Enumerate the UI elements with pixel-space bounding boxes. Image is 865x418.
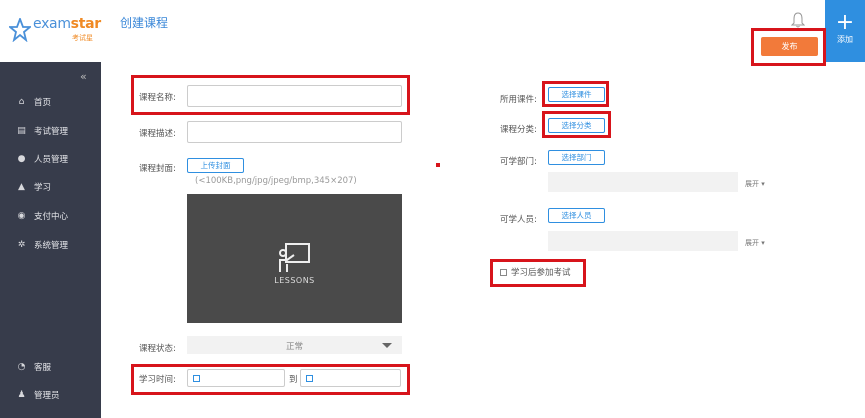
add-button[interactable]: + 添加 bbox=[825, 0, 865, 62]
select-department-button[interactable]: 选择部门 bbox=[548, 150, 605, 165]
home-icon: ⌂ bbox=[18, 97, 25, 107]
highlight-box-category bbox=[542, 111, 611, 138]
sidebar-item-support[interactable]: ◔ 客服 bbox=[16, 361, 51, 373]
cover-text: LESSONS bbox=[274, 276, 315, 285]
sidebar-item-payment[interactable]: ◉ 支付中心 bbox=[16, 210, 68, 222]
add-button-label: 添加 bbox=[837, 35, 853, 44]
page-title: 创建课程 bbox=[120, 16, 169, 30]
logo: examstar 考试星 bbox=[0, 0, 101, 62]
collapse-sidebar-icon[interactable]: « bbox=[80, 70, 87, 83]
course-cover-image[interactable]: LESSONS bbox=[187, 194, 402, 323]
department-field[interactable] bbox=[548, 172, 738, 192]
headset-icon: ◔ bbox=[17, 362, 26, 372]
highlight-box-courseware bbox=[542, 81, 609, 107]
course-status-select[interactable]: 正常 bbox=[187, 336, 402, 354]
document-icon: ▤ bbox=[17, 126, 26, 136]
money-icon: ◉ bbox=[17, 211, 26, 221]
marker-dot bbox=[436, 163, 440, 167]
people-field[interactable] bbox=[548, 231, 738, 251]
sidebar-item-system[interactable]: ✲ 系统管理 bbox=[16, 239, 68, 251]
course-description-label: 课程描述: bbox=[139, 129, 176, 139]
sidebar-item-label: 首页 bbox=[34, 98, 52, 108]
user-icon: ♟ bbox=[17, 390, 26, 400]
sidebar-item-label: 学习 bbox=[34, 183, 52, 193]
sidebar-item-label: 考试管理 bbox=[34, 127, 69, 137]
users-icon: ● bbox=[17, 154, 26, 164]
people-label: 可学人员: bbox=[500, 215, 537, 225]
people-expand-toggle[interactable]: 展开 ▾ bbox=[745, 238, 765, 248]
select-people-button[interactable]: 选择人员 bbox=[548, 208, 605, 223]
sidebar-item-user-management[interactable]: ● 人员管理 bbox=[16, 153, 68, 165]
sidebar-item-label: 系统管理 bbox=[34, 241, 69, 251]
sidebar-item-label: 人员管理 bbox=[34, 155, 69, 165]
upload-hint: (<100KB,png/jpg/jpeg/bmp,345×207) bbox=[195, 176, 357, 186]
highlight-box-study-time bbox=[131, 364, 410, 395]
brand-subtitle: 考试星 bbox=[72, 34, 93, 42]
courseware-label: 所用课件: bbox=[500, 95, 537, 105]
department-expand-toggle[interactable]: 展开 ▾ bbox=[745, 179, 765, 189]
sidebar-item-home[interactable]: ⌂ 首页 bbox=[16, 96, 51, 108]
status-select-value: 正常 bbox=[285, 342, 303, 352]
lesson-board-icon bbox=[279, 243, 310, 272]
star-logo-icon bbox=[9, 18, 31, 42]
highlight-box-publish bbox=[751, 28, 826, 66]
course-cover-label: 课程封面: bbox=[139, 164, 176, 174]
sidebar-item-admin[interactable]: ♟ 管理员 bbox=[16, 389, 60, 401]
course-status-label: 课程状态: bbox=[139, 344, 176, 354]
chevron-down-icon bbox=[382, 343, 392, 348]
course-description-input[interactable] bbox=[187, 121, 402, 143]
bell-icon[interactable] bbox=[791, 12, 805, 28]
gears-icon: ✲ bbox=[17, 240, 26, 250]
sidebar-item-label: 管理员 bbox=[34, 391, 60, 401]
highlight-box-course-name bbox=[131, 75, 410, 115]
plus-icon: + bbox=[835, 10, 855, 35]
graduation-cap-icon: ▲ bbox=[18, 182, 25, 192]
course-category-label: 课程分类: bbox=[500, 125, 537, 135]
brand-name: examstar bbox=[33, 16, 101, 32]
upload-cover-button[interactable]: 上传封面 bbox=[187, 158, 244, 173]
highlight-box-exam-checkbox bbox=[490, 259, 586, 287]
sidebar-item-label: 客服 bbox=[34, 363, 52, 373]
sidebar-item-label: 支付中心 bbox=[34, 212, 69, 222]
sidebar-item-learning[interactable]: ▲ 学习 bbox=[16, 181, 51, 193]
department-label: 可学部门: bbox=[500, 157, 537, 167]
sidebar-item-exam-management[interactable]: ▤ 考试管理 bbox=[16, 125, 68, 137]
